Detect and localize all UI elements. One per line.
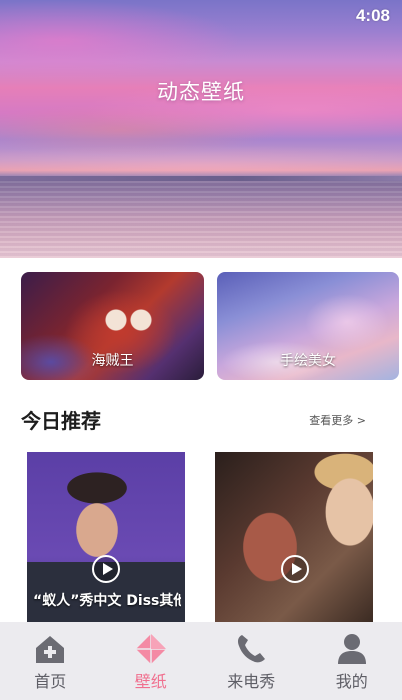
nav-item-caller-show[interactable]: 来电秀 bbox=[201, 622, 302, 700]
profile-icon bbox=[337, 634, 366, 664]
nav-label-wallpaper: 壁纸 bbox=[134, 672, 167, 691]
bottom-nav: 首页 壁纸 来电秀 我的 bbox=[0, 622, 402, 700]
video-tile[interactable] bbox=[215, 452, 373, 624]
hero-title: 动态壁纸 bbox=[157, 80, 245, 104]
nav-label-profile: 我的 bbox=[335, 672, 368, 691]
wallpaper-icon bbox=[135, 634, 166, 664]
category-cards: 海贼王 手绘美女 bbox=[21, 272, 399, 382]
section-title: 今日推荐 bbox=[21, 409, 101, 433]
nav-label-caller-show: 来电秀 bbox=[227, 672, 276, 691]
see-more-link[interactable]: 查看更多 > bbox=[309, 412, 366, 428]
category-card-one-piece[interactable]: 海贼王 bbox=[21, 272, 204, 380]
category-card-hand-drawn[interactable]: 手绘美女 bbox=[217, 272, 399, 380]
play-icon[interactable] bbox=[92, 555, 120, 583]
nav-item-wallpaper[interactable]: 壁纸 bbox=[101, 622, 202, 700]
video-caption: “蚁人”秀中文 Diss其他超级英雄 bbox=[33, 593, 181, 609]
video-tile[interactable]: “蚁人”秀中文 Diss其他超级英雄 bbox=[27, 452, 185, 624]
nav-item-profile[interactable]: 我的 bbox=[302, 622, 402, 700]
nav-item-home[interactable]: 首页 bbox=[0, 622, 101, 700]
hero-banner[interactable]: 4:08 动态壁纸 bbox=[0, 0, 402, 258]
category-card-label: 手绘美女 bbox=[280, 353, 336, 369]
home-icon bbox=[36, 636, 65, 663]
phone-icon bbox=[238, 635, 266, 663]
status-time: 4:08 bbox=[355, 6, 390, 25]
nav-label-home: 首页 bbox=[34, 672, 67, 691]
hero-horizon bbox=[0, 176, 402, 181]
category-card-label: 海贼王 bbox=[91, 353, 134, 369]
play-icon[interactable] bbox=[281, 555, 309, 583]
